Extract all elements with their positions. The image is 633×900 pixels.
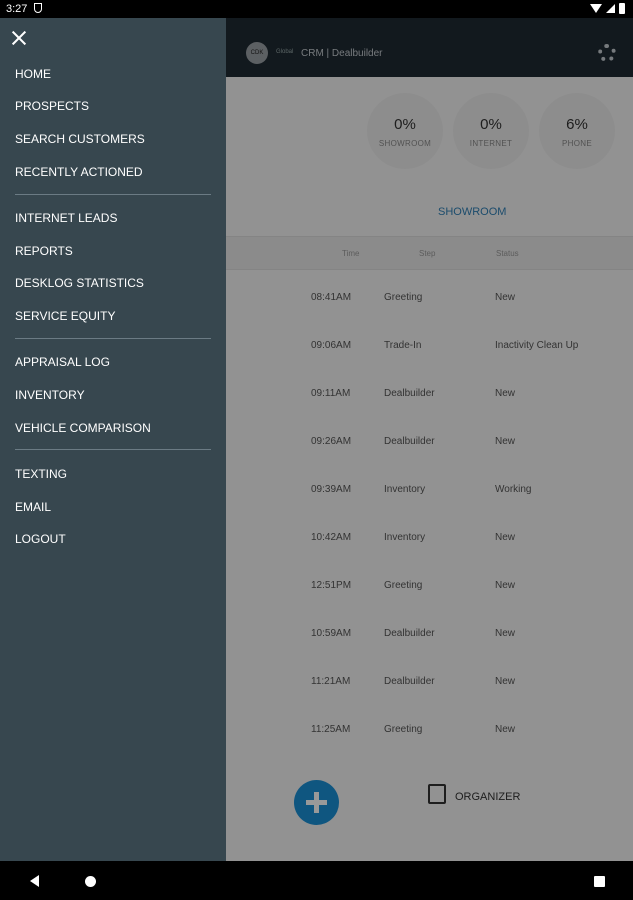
battery-icon (619, 3, 625, 14)
drawer-scrim[interactable] (226, 18, 633, 861)
menu-item-reports[interactable]: REPORTS (15, 244, 73, 258)
menu-item-appraisal-log[interactable]: APPRAISAL LOG (15, 355, 110, 369)
menu-divider (15, 338, 211, 339)
signal-icon (606, 4, 615, 13)
status-time: 3:27 (6, 3, 28, 15)
menu-item-vehicle-comparison[interactable]: VEHICLE COMPARISON (15, 421, 151, 435)
menu-item-internet-leads[interactable]: INTERNET LEADS (15, 211, 117, 225)
status-icons (590, 3, 625, 14)
menu-divider (15, 194, 211, 195)
menu-item-inventory[interactable]: INVENTORY (15, 388, 85, 402)
wifi-icon (590, 4, 602, 13)
menu-item-texting[interactable]: TEXTING (15, 467, 67, 481)
menu-item-desklog-statistics[interactable]: DESKLOG STATISTICS (15, 276, 144, 290)
home-icon[interactable] (85, 876, 96, 887)
recents-icon[interactable] (594, 876, 605, 887)
back-icon[interactable] (30, 875, 39, 887)
menu-item-recently-actioned[interactable]: RECENTLY ACTIONED (15, 165, 143, 179)
menu-item-service-equity[interactable]: SERVICE EQUITY (15, 309, 115, 323)
close-icon[interactable] (11, 30, 27, 46)
navigation-drawer: HOME PROSPECTS SEARCH CUSTOMERS RECENTLY… (0, 18, 226, 861)
menu-divider (15, 449, 211, 450)
menu-item-prospects[interactable]: PROSPECTS (15, 99, 89, 113)
menu-item-search-customers[interactable]: SEARCH CUSTOMERS (15, 132, 145, 146)
status-bar: 3:27 (0, 0, 633, 18)
system-nav-bar (0, 861, 633, 900)
shield-icon (34, 3, 42, 13)
menu-item-home[interactable]: HOME (15, 67, 51, 81)
menu-item-logout[interactable]: LOGOUT (15, 532, 66, 546)
menu-item-email[interactable]: EMAIL (15, 500, 51, 514)
